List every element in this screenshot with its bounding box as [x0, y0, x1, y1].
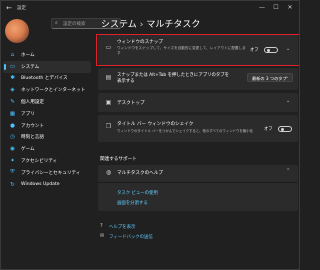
window-controls: — ☐ ✕: [255, 3, 297, 12]
sidebar-item-label: ネットワークとインターネット: [21, 88, 86, 94]
help-icon: ?: [100, 223, 103, 229]
sidebar-item-bluetooth[interactable]: ✱ Bluetooth とデバイス: [3, 73, 91, 85]
sidebar-item-windows-update[interactable]: ↻ Windows Update: [3, 179, 91, 191]
chevron-down-icon[interactable]: ⌄: [286, 98, 290, 104]
sidebar-item-label: Bluetooth とデバイス: [21, 76, 68, 82]
shake-card: ❐ タイトル バー ウィンドウのシェイク ウィンドウのタイトル バーをつかんでシ…: [98, 115, 298, 142]
sidebar-item-label: 個人用設定: [21, 100, 44, 106]
profile[interactable]: [5, 19, 31, 45]
sidebar-item-home[interactable]: ⌂ ホーム: [3, 49, 91, 61]
sidebar-item-personalization[interactable]: ✎ 個人用設定: [3, 96, 91, 108]
clock-icon: ◷: [10, 134, 15, 141]
shake-icon: ❐: [105, 123, 112, 130]
bluetooth-icon: ✱: [10, 75, 15, 82]
sidebar-item-time-language[interactable]: ◷ 時刻と言語: [3, 132, 91, 144]
sidebar-item-label: ゲーム: [21, 147, 35, 153]
sidebar-item-label: アカウント: [21, 123, 44, 129]
get-help-link[interactable]: ヘルプを表示: [109, 224, 135, 230]
shake-desc: ウィンドウのタイトル バーをつかんでシェイクすると、他のすべてのウィンドウを最小…: [117, 129, 253, 133]
tabs-icon: ▤: [105, 74, 112, 81]
minimize-button[interactable]: —: [255, 3, 269, 12]
display-icon: ▭: [9, 63, 16, 70]
sidebar-item-label: ホーム: [21, 52, 35, 58]
alt-tab-dropdown[interactable]: 最新の 3 つのタブ ⌄: [247, 73, 293, 82]
sidebar-item-label: プライバシーとセキュリティ: [21, 170, 81, 176]
back-arrow-icon[interactable]: ←: [5, 4, 13, 12]
sidebar: ⌕ 設定の検索 ⌂ ホーム ▭ システム ✱ Bluetooth とデバイス ◈ ネット…: [1, 15, 121, 269]
sidebar-item-label: Windows Update: [21, 182, 60, 188]
globe-icon: ◍: [105, 169, 112, 176]
nav-list: ⌂ ホーム ▭ システム ✱ Bluetooth とデバイス ◈ ネットワークとインター…: [3, 49, 91, 191]
account-icon: ●: [10, 122, 15, 129]
sidebar-item-gaming[interactable]: ◉ ゲーム: [3, 143, 91, 155]
breadcrumb-parent[interactable]: システム: [101, 20, 137, 30]
desktops-card[interactable]: ▣ デスクトップ ⌄: [98, 93, 298, 112]
link-split-screen[interactable]: 画面を分割する: [117, 200, 148, 206]
sidebar-item-apps[interactable]: ▦ アプリ: [3, 108, 91, 120]
sidebar-item-system[interactable]: ▭ システム: [3, 60, 91, 73]
search-placeholder: 設定の検索: [63, 22, 86, 27]
brush-icon: ✎: [10, 99, 15, 106]
feedback-link[interactable]: フィードバックの送信: [109, 234, 153, 240]
search-icon: ⌕: [55, 20, 58, 26]
desktop-icon: ▣: [105, 99, 112, 106]
highlight-box: [96, 34, 299, 66]
home-icon: ⌂: [10, 51, 15, 58]
sidebar-item-accessibility[interactable]: ✦ アクセシビリティ: [3, 155, 91, 167]
sidebar-item-label: アクセシビリティ: [21, 159, 58, 165]
breadcrumb-separator: ›: [139, 20, 144, 30]
shake-title: タイトル バー ウィンドウのシェイク: [117, 122, 194, 127]
sidebar-item-label: 時刻と言語: [21, 135, 44, 141]
app-title: 設定: [17, 6, 26, 11]
accessibility-icon: ✦: [10, 158, 15, 165]
alt-tab-dropdown-value: 最新の 3 つのタブ: [252, 75, 287, 81]
link-task-view[interactable]: タスク ビューの使用: [117, 190, 158, 196]
help-title: マルチタスクのヘルプ: [117, 171, 163, 176]
shield-icon: ⛨: [10, 169, 15, 176]
breadcrumb: システム › マルチタスク: [101, 17, 200, 30]
title-bar: ← 設定 — ☐ ✕: [1, 1, 299, 15]
sidebar-item-network[interactable]: ◈ ネットワークとインターネット: [3, 84, 91, 96]
feedback-icon: ✉: [100, 233, 105, 239]
shake-toggle-label: オフ: [264, 127, 273, 132]
sidebar-item-label: アプリ: [21, 111, 35, 117]
settings-window: ← 設定 — ☐ ✕ ⌕ 設定の検索 ⌂ ホーム ▭ システム ✱ Bluetooth…: [0, 0, 300, 270]
close-button[interactable]: ✕: [283, 3, 297, 12]
avatar: [5, 19, 29, 43]
related-support-heading: 関連するサポート: [100, 157, 137, 162]
maximize-button[interactable]: ☐: [269, 3, 283, 12]
apps-icon: ▦: [9, 110, 16, 117]
update-icon: ↻: [10, 181, 15, 188]
divider: [98, 182, 298, 183]
desktops-title: デスクトップ: [117, 101, 145, 106]
page-title: マルチタスク: [146, 20, 201, 30]
sidebar-item-accounts[interactable]: ● アカウント: [3, 120, 91, 132]
sidebar-item-label: システム: [21, 64, 40, 70]
alt-tab-title-line2: 表示する: [117, 79, 135, 84]
sidebar-item-privacy[interactable]: ⛨ プライバシーとセキュリティ: [3, 167, 91, 179]
chevron-down-icon: ⌄: [285, 75, 289, 80]
chevron-up-icon[interactable]: ⌃: [286, 168, 290, 174]
network-icon: ◈: [10, 87, 15, 94]
gamepad-icon: ◉: [10, 146, 15, 153]
shake-toggle[interactable]: [278, 125, 292, 132]
